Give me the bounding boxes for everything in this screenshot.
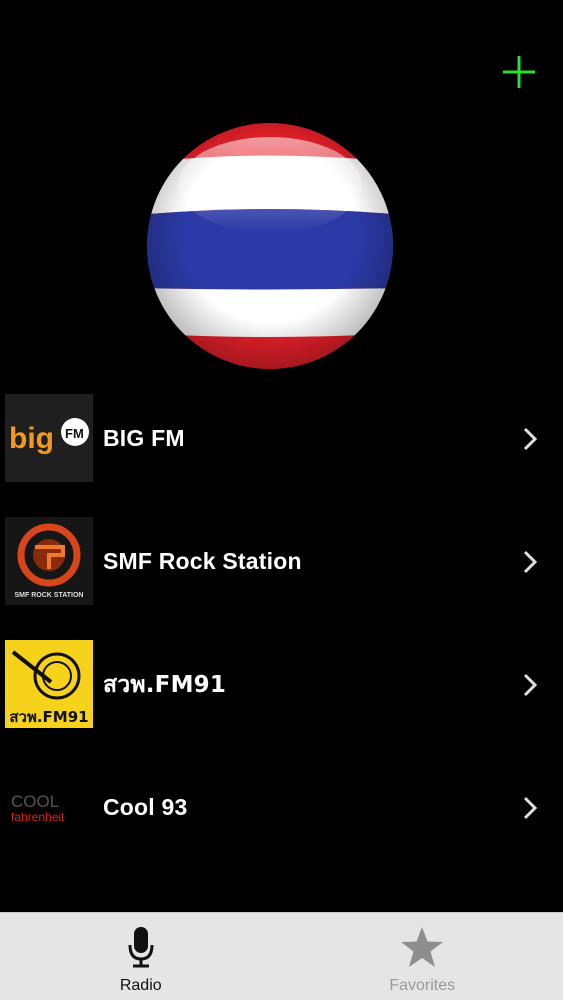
- cool-93-logo: COOL fahrenheit: [5, 763, 93, 851]
- station-row-smf-rock[interactable]: SMF ROCK STATION SMF Rock Station: [0, 500, 563, 623]
- station-row-cool-93[interactable]: COOL fahrenheit Cool 93: [0, 746, 563, 869]
- thailand-flag-globe: [147, 123, 393, 369]
- chevron-right-icon: [523, 550, 537, 574]
- chevron-right-icon: [523, 673, 537, 697]
- station-name: SMF Rock Station: [103, 548, 302, 574]
- station-name: Cool 93: [103, 794, 188, 820]
- smf-logo-caption: SMF ROCK STATION: [15, 592, 84, 599]
- tab-label: Favorites: [389, 977, 456, 994]
- smf-rock-logo: SMF ROCK STATION: [5, 517, 93, 605]
- cool-logo-bottom: fahrenheit: [11, 810, 65, 824]
- microphone-icon: [128, 927, 154, 968]
- fm91-logo: สวพ.FM91: [5, 640, 93, 728]
- station-list: big FM BIG FM SMF ROCK STATION SMF Rock …: [0, 377, 563, 869]
- station-row-fm91[interactable]: สวพ.FM91 สวพ.FM91: [0, 623, 563, 746]
- station-name: BIG FM: [103, 425, 185, 451]
- tab-radio[interactable]: Radio: [0, 913, 282, 1000]
- big-fm-logo-badge: FM: [65, 426, 84, 441]
- star-icon: [401, 927, 444, 967]
- plus-icon: [503, 56, 535, 88]
- chevron-right-icon: [523, 427, 537, 451]
- station-name: สวพ.FM91: [103, 671, 227, 698]
- tab-favorites[interactable]: Favorites: [282, 913, 563, 1000]
- fm91-logo-caption: สวพ.FM91: [9, 708, 88, 726]
- chevron-right-icon: [523, 796, 537, 820]
- add-station-button[interactable]: [499, 52, 539, 92]
- cool-logo-top: COOL: [11, 792, 59, 811]
- tab-label: Radio: [119, 977, 162, 994]
- big-fm-logo-word: big: [9, 422, 54, 455]
- radio-screen: big FM BIG FM SMF ROCK STATION SMF Rock …: [0, 0, 563, 1000]
- tab-bar: Radio Favorites: [0, 912, 563, 1000]
- station-row-big-fm[interactable]: big FM BIG FM: [0, 377, 563, 500]
- big-fm-logo: big FM: [5, 394, 93, 482]
